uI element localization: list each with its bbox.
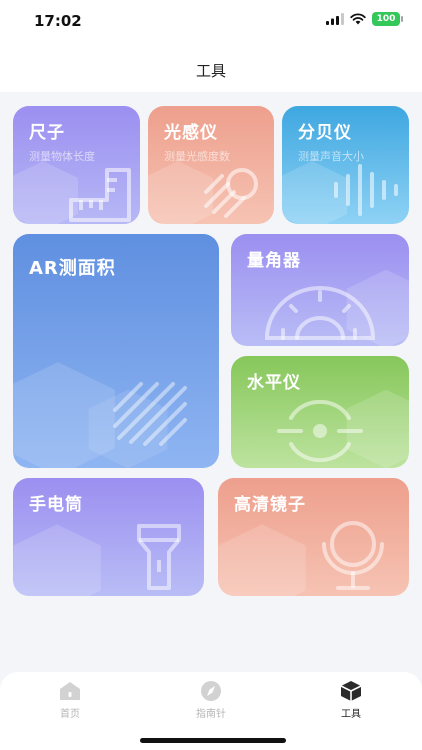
tab-compass-label: 指南针 (196, 709, 226, 720)
hexagon-decoration (13, 524, 101, 596)
decibel-meter-card[interactable]: 分贝仪 测量声音大小 (282, 106, 409, 224)
battery-level: 100 (376, 14, 396, 24)
flashlight-title: 手电筒 (29, 495, 83, 515)
ar-area-title: AR测面积 (29, 258, 116, 279)
ruler-card[interactable]: 尺子 测量物体长度 (13, 106, 140, 224)
top-bar: 17:02 100 工具 (0, 0, 422, 92)
protractor-title: 量角器 (247, 251, 301, 271)
home-icon (60, 682, 80, 700)
wifi-icon (350, 13, 366, 25)
cube-icon (340, 681, 362, 701)
hd-mirror-title: 高清镜子 (234, 495, 306, 515)
tab-tools[interactable]: 工具 (311, 680, 391, 720)
compass-icon (201, 681, 221, 701)
level-title: 水平仪 (247, 373, 301, 393)
status-time: 17:02 (34, 12, 82, 30)
ruler-title: 尺子 (29, 123, 65, 143)
tab-tools-label: 工具 (341, 709, 361, 720)
sound-wave-icon (334, 164, 398, 216)
flashlight-card[interactable]: 手电筒 (13, 478, 204, 596)
area-stripes-icon (113, 382, 187, 446)
decibel-meter-title: 分贝仪 (298, 123, 352, 143)
flashlight-icon (137, 524, 181, 590)
ruler-subtitle: 测量物体长度 (29, 150, 95, 163)
light-meter-title: 光感仪 (164, 123, 218, 143)
hd-mirror-card[interactable]: 高清镜子 (218, 478, 409, 596)
battery-icon: 100 (372, 12, 403, 26)
status-bar: 17:02 100 (0, 0, 422, 44)
page-title: 工具 (195, 62, 226, 80)
protractor-icon (264, 286, 376, 340)
ar-area-card[interactable]: AR测面积 (13, 234, 219, 468)
signal-icon (326, 13, 344, 25)
light-meter-card[interactable]: 光感仪 测量光感度数 (148, 106, 274, 224)
mirror-icon (322, 521, 384, 590)
level-card[interactable]: 水平仪 (231, 356, 409, 468)
ruler-icon (69, 168, 131, 222)
tab-home-label: 首页 (60, 709, 80, 720)
level-bubble-icon (277, 400, 363, 462)
hexagon-decoration (218, 524, 306, 596)
home-indicator (140, 738, 286, 743)
tab-home[interactable]: 首页 (30, 680, 110, 720)
protractor-card[interactable]: 量角器 (231, 234, 409, 346)
status-icons: 100 (326, 12, 403, 26)
tab-compass[interactable]: 指南针 (171, 680, 251, 720)
light-sensor-icon (204, 168, 258, 218)
